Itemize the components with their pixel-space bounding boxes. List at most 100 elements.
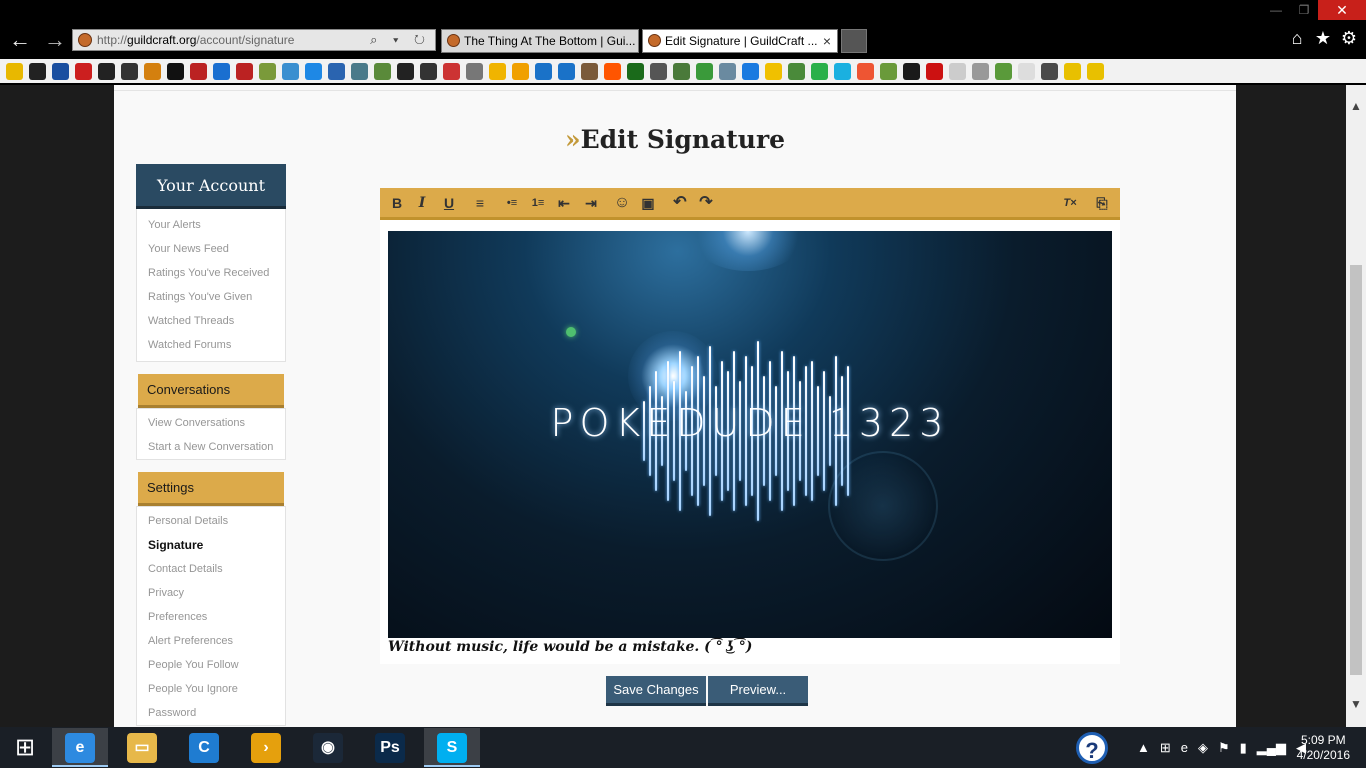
favorite-site-icon[interactable] [29,62,46,80]
favorite-site-icon[interactable] [765,62,782,80]
taskbar-skype-button[interactable]: S [424,728,480,767]
sidebar-item-ratings-you-ve-given[interactable]: Ratings You've Given [137,285,285,309]
sidebar-item-password[interactable]: Password [137,701,285,725]
smilie-icon[interactable]: ☺ [612,194,632,212]
favorites-star-icon[interactable]: ★ [1314,28,1332,49]
favorite-site-icon[interactable] [1018,62,1035,80]
favorite-site-icon[interactable] [466,62,483,80]
favorite-site-icon[interactable] [834,62,851,80]
favorite-site-icon[interactable] [880,62,897,80]
favorite-site-icon[interactable] [558,62,575,80]
your-account-heading[interactable]: Your Account [136,164,286,209]
taskbar-edge-like-button[interactable]: C [176,728,232,767]
sidebar-item-alert-preferences[interactable]: Alert Preferences [137,629,285,653]
taskbar-plex-button[interactable]: › [238,728,294,767]
favorite-site-icon[interactable] [949,62,966,80]
preview-button[interactable]: Preview... [708,676,808,706]
italic-button[interactable]: I [412,194,432,212]
bullet-list-icon[interactable]: •≡ [502,194,522,212]
indent-icon[interactable]: ⇥ [581,194,601,212]
tray-dropbox-icon[interactable]: ◈ [1198,740,1208,756]
sidebar-item-preferences[interactable]: Preferences [137,605,285,629]
favorite-site-icon[interactable] [512,62,529,80]
sidebar-item-people-you-follow[interactable]: People You Follow [137,653,285,677]
tray-battery-icon[interactable]: ▮ [1240,740,1247,756]
favorite-site-icon[interactable] [1064,62,1081,80]
sidebar-item-signature[interactable]: Signature [137,533,285,557]
scroll-down-arrow-icon[interactable]: ▼ [1346,697,1366,711]
favorite-site-icon[interactable] [1087,62,1104,80]
favorite-site-icon[interactable] [857,62,874,80]
back-button[interactable]: ← [8,28,32,52]
signature-editor[interactable]: B I U ≡ •≡ 1≡ ⇤ ⇥ ☺ ▣ ↶ ↷ T× ⎘ POKEDUDE … [380,188,1120,664]
system-clock[interactable]: 5:09 PM 4/20/2016 [1297,733,1350,763]
sidebar-item-view-conversations[interactable]: View Conversations [137,411,285,435]
redo-icon[interactable]: ↷ [696,194,716,212]
sidebar-item-your-alerts[interactable]: Your Alerts [137,213,285,237]
settings-gear-icon[interactable]: ⚙ [1340,28,1358,49]
favorite-site-icon[interactable] [489,62,506,80]
save-changes-button[interactable]: Save Changes [606,676,706,706]
start-windows-icon[interactable]: ⊞ [0,727,50,768]
taskbar-photoshop-button[interactable]: Ps [362,728,418,767]
favorite-site-icon[interactable] [374,62,391,80]
remove-format-icon[interactable]: T× [1060,194,1080,212]
address-bar[interactable]: http://guildcraft.org/account/signature … [72,29,436,51]
sidebar-item-start-a-new-conversation[interactable]: Start a New Conversation [137,435,285,459]
favorite-site-icon[interactable] [75,62,92,80]
favorite-site-icon[interactable] [98,62,115,80]
favorite-site-icon[interactable] [719,62,736,80]
scroll-up-arrow-icon[interactable]: ▲ [1346,99,1366,113]
outdent-icon[interactable]: ⇤ [554,194,574,212]
tray-ie-icon[interactable]: e [1181,740,1188,755]
favorite-site-icon[interactable] [581,62,598,80]
help-icon[interactable]: ? [1076,732,1108,764]
maximize-button[interactable]: ❐ [1290,0,1318,20]
favorite-site-icon[interactable] [788,62,805,80]
favorite-site-icon[interactable] [995,62,1012,80]
tray-signal-icon[interactable]: ▂▄▆ [1257,740,1286,756]
favorite-site-icon[interactable] [443,62,460,80]
page-scrollbar[interactable]: ▲ ▼ [1346,85,1366,727]
sidebar-item-watched-threads[interactable]: Watched Threads [137,309,285,333]
favorite-site-icon[interactable] [811,62,828,80]
home-icon[interactable]: ⌂ [1288,28,1306,49]
minimize-button[interactable]: — [1262,0,1290,20]
sidebar-item-your-news-feed[interactable]: Your News Feed [137,237,285,261]
favorite-site-icon[interactable] [627,62,644,80]
favorite-site-icon[interactable] [351,62,368,80]
favorite-site-icon[interactable] [420,62,437,80]
new-tab-button[interactable] [841,29,867,53]
favorite-site-icon[interactable] [650,62,667,80]
numbered-list-icon[interactable]: 1≡ [528,194,548,212]
favorite-site-icon[interactable] [236,62,253,80]
sidebar-item-watched-forums[interactable]: Watched Forums [137,333,285,357]
favorite-site-icon[interactable] [397,62,414,80]
favorite-site-icon[interactable] [604,62,621,80]
tray-windows-icon[interactable]: ⊞ [1160,740,1171,756]
taskbar-internet-explorer-button[interactable]: e [52,728,108,767]
favorite-site-icon[interactable] [1041,62,1058,80]
tray-chevron-icon[interactable]: ▲ [1137,740,1150,755]
close-tab-icon[interactable]: × [823,30,831,52]
favorite-site-icon[interactable] [903,62,920,80]
favorite-site-icon[interactable] [121,62,138,80]
favorite-site-icon[interactable] [742,62,759,80]
favorite-site-icon[interactable] [52,62,69,80]
sidebar-item-privacy[interactable]: Privacy [137,581,285,605]
favorite-site-icon[interactable] [305,62,322,80]
tab-the-thing-at-the-bottom[interactable]: The Thing At The Bottom | Gui... [441,29,639,53]
favorite-site-icon[interactable] [282,62,299,80]
favorite-site-icon[interactable] [167,62,184,80]
underline-button[interactable]: U [439,194,459,212]
sidebar-item-personal-details[interactable]: Personal Details [137,509,285,533]
toggle-source-icon[interactable]: ⎘ [1092,194,1112,212]
favorite-site-icon[interactable] [259,62,276,80]
bold-button[interactable]: B [387,194,407,212]
favorite-site-icon[interactable] [144,62,161,80]
favorite-site-icon[interactable] [328,62,345,80]
favorite-site-icon[interactable] [673,62,690,80]
favorite-site-icon[interactable] [972,62,989,80]
taskbar-file-explorer-button[interactable]: ▭ [114,728,170,767]
align-icon[interactable]: ≡ [470,194,490,212]
